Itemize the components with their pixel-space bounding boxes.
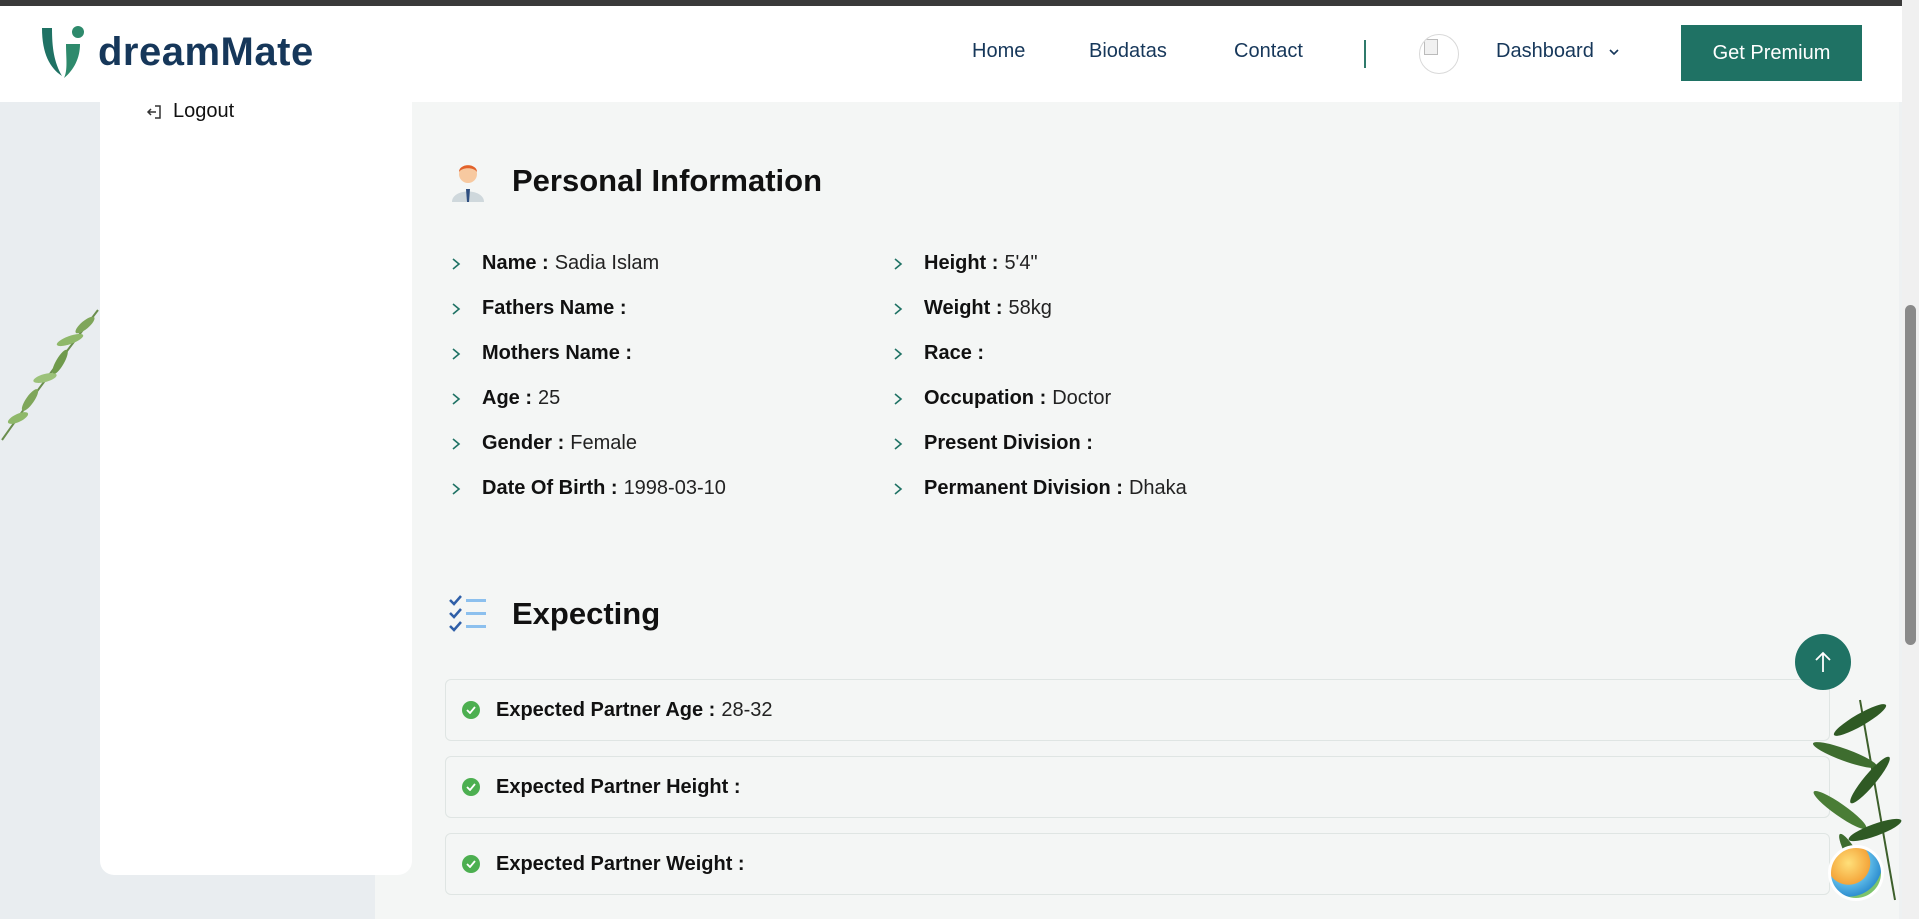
nav-divider [1364, 40, 1366, 68]
info-row: Name : Sadia Islam [450, 252, 659, 275]
chevron-right-icon [452, 257, 461, 270]
chevron-right-icon [452, 437, 461, 450]
top-navbar: dreamMate Home Biodatas Contact Dashboar… [0, 6, 1919, 102]
chevron-right-icon [452, 302, 461, 315]
nav-contact[interactable]: Contact [1234, 40, 1303, 63]
expect-value: 28-32 [721, 698, 773, 721]
info-key: Race : [924, 342, 985, 364]
logo[interactable]: dreamMate [40, 24, 314, 80]
info-key: Height : [924, 252, 999, 274]
expect-key: Expected Partner Weight : [496, 852, 745, 875]
chevron-right-icon [452, 482, 461, 495]
logout-button[interactable]: Logout [145, 100, 234, 123]
info-row: Occupation : Doctor [892, 387, 1111, 410]
chevron-right-icon [894, 482, 903, 495]
expect-item: Expected Partner Age : 28-32 [445, 679, 1830, 741]
chevron-right-icon [894, 392, 903, 405]
chevron-right-icon [452, 392, 461, 405]
logout-icon [146, 104, 161, 119]
check-circle-icon [462, 701, 480, 719]
info-row: Present Division : [892, 432, 1099, 455]
sidebar [100, 90, 412, 875]
info-row: Date Of Birth : 1998-03-10 [450, 477, 726, 500]
avatar[interactable] [1419, 34, 1459, 74]
plant-decoration-left-icon [1, 309, 99, 441]
info-key: Permanent Division : [924, 477, 1123, 499]
info-key: Name : [482, 252, 549, 274]
chevron-right-icon [894, 257, 903, 270]
info-value: 5'4" [1004, 252, 1038, 274]
chevron-right-icon [452, 347, 461, 360]
info-key: Fathers Name : [482, 297, 627, 319]
info-key: Date Of Birth : [482, 477, 618, 499]
info-row: Age : 25 [450, 387, 560, 410]
info-key: Gender : [482, 432, 565, 454]
info-row: Permanent Division : Dhaka [892, 477, 1187, 500]
expect-item: Expected Partner Weight : [445, 833, 1830, 895]
arrow-up-icon [1815, 651, 1831, 672]
info-key: Weight : [924, 297, 1003, 319]
info-key: Occupation : [924, 387, 1047, 409]
chevron-right-icon [894, 437, 903, 450]
info-row: Gender : Female [450, 432, 637, 455]
info-row: Race : [892, 342, 990, 365]
info-row: Height : 5'4" [892, 252, 1038, 275]
expecting-heading: Expecting [448, 594, 660, 634]
info-value: Doctor [1052, 387, 1112, 409]
chevron-right-icon [894, 302, 903, 315]
logo-mark-icon [42, 26, 84, 78]
expect-key: Expected Partner Height : [496, 775, 741, 798]
chevron-down-icon [1609, 48, 1619, 55]
dashboard-dropdown[interactable]: Dashboard [1496, 40, 1620, 63]
info-key: Present Division : [924, 432, 1093, 454]
expect-key: Expected Partner Age : [496, 698, 716, 721]
browser-top-strip [0, 0, 1919, 6]
expect-item: Expected Partner Height : [445, 756, 1830, 818]
info-value: Female [570, 432, 637, 454]
info-value: 58kg [1008, 297, 1052, 319]
person-icon [452, 165, 484, 202]
personal-info-title: Personal Information [512, 163, 823, 198]
get-premium-button[interactable]: Get Premium [1681, 25, 1862, 81]
info-key: Mothers Name : [482, 342, 633, 364]
info-row: Mothers Name : [450, 342, 638, 365]
personal-info-heading: Personal Information [448, 160, 822, 202]
chat-widget-button[interactable] [1828, 845, 1884, 901]
dashboard-label: Dashboard [1496, 40, 1594, 62]
chevron-right-icon [894, 347, 903, 360]
scroll-to-top-button[interactable] [1795, 634, 1851, 690]
expecting-title: Expecting [512, 596, 661, 631]
check-circle-icon [462, 855, 480, 873]
check-circle-icon [462, 778, 480, 796]
info-row: Weight : 58kg [892, 297, 1052, 320]
info-value: Sadia Islam [554, 252, 660, 274]
info-value: 25 [538, 387, 561, 409]
logo-text: dreamMate [98, 29, 314, 74]
nav-biodatas[interactable]: Biodatas [1089, 40, 1167, 63]
scrollbar-thumb[interactable] [1905, 305, 1916, 645]
info-value: 1998-03-10 [623, 477, 726, 499]
info-key: Age : [482, 387, 532, 409]
logout-label: Logout [173, 100, 235, 122]
checklist-icon [449, 595, 486, 632]
info-row: Fathers Name : [450, 297, 633, 320]
nav-home[interactable]: Home [972, 40, 1025, 63]
info-value: Dhaka [1128, 477, 1187, 499]
broken-image-icon [1424, 39, 1438, 55]
